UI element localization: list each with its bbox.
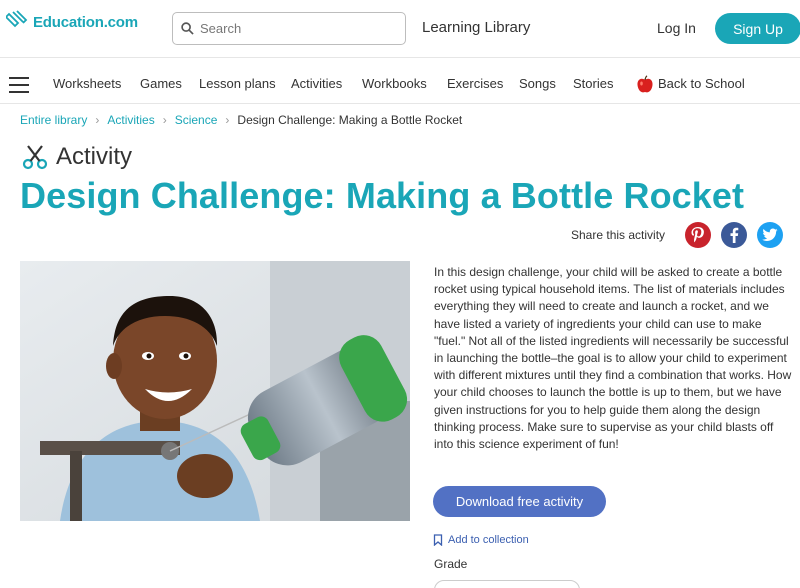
nav-item-lesson-plans[interactable]: Lesson plans (199, 76, 276, 91)
breadcrumb-science[interactable]: Science (175, 113, 218, 127)
breadcrumb-activities[interactable]: Activities (107, 113, 154, 127)
site-header: Education.com Learning Library Log In Si… (0, 0, 800, 58)
nav-item-exercises[interactable]: Exercises (447, 76, 503, 91)
share-bar: Share this activity (571, 222, 784, 248)
breadcrumb-entire-library[interactable]: Entire library (20, 113, 87, 127)
hamburger-menu-icon[interactable] (9, 77, 29, 93)
signup-button[interactable]: Sign Up (715, 13, 800, 44)
logo-icon (6, 10, 28, 28)
main-nav: Worksheets Games Lesson plans Activities… (0, 66, 800, 104)
add-to-collection-label: Add to collection (448, 534, 529, 546)
login-link[interactable]: Log In (657, 20, 696, 36)
nav-item-activities[interactable]: Activities (291, 76, 342, 91)
activity-description: In this design challenge, your child wil… (434, 265, 792, 452)
page-title: Design Challenge: Making a Bottle Rocket (20, 175, 745, 216)
chevron-right-icon: › (225, 113, 230, 127)
download-button[interactable]: Download free activity (433, 486, 606, 517)
search-icon (181, 22, 194, 35)
share-label: Share this activity (571, 228, 666, 242)
breadcrumb-current: Design Challenge: Making a Bottle Rocket (237, 113, 463, 127)
nav-item-workbooks[interactable]: Workbooks (362, 76, 427, 91)
breadcrumb: Entire library › Activities › Science › … (20, 113, 462, 127)
activity-photo (20, 261, 410, 521)
nav-item-back-to-school[interactable]: Back to School (658, 76, 745, 91)
add-to-collection-link[interactable]: Add to collection (433, 534, 529, 546)
chevron-right-icon: › (95, 113, 100, 127)
bookmark-icon (433, 534, 443, 546)
search-input[interactable] (200, 21, 390, 36)
learning-library-link[interactable]: Learning Library (422, 19, 530, 36)
grade-pill[interactable] (434, 580, 580, 588)
chevron-right-icon: › (162, 113, 167, 127)
pinterest-icon[interactable] (685, 222, 712, 248)
content-type-label: Activity (56, 143, 133, 170)
content-type: Activity (22, 143, 132, 171)
nav-item-songs[interactable]: Songs (519, 76, 556, 91)
twitter-icon[interactable] (757, 222, 784, 248)
apple-icon (637, 75, 653, 93)
nav-item-games[interactable]: Games (140, 76, 182, 91)
facebook-icon[interactable] (721, 222, 748, 248)
nav-item-stories[interactable]: Stories (573, 76, 613, 91)
nav-item-worksheets[interactable]: Worksheets (53, 76, 121, 91)
site-logo[interactable]: Education.com (6, 10, 138, 34)
grade-label: Grade (434, 557, 468, 571)
scissors-icon (22, 145, 48, 170)
logo-text: Education.com (33, 13, 138, 31)
search-box[interactable] (172, 12, 406, 45)
